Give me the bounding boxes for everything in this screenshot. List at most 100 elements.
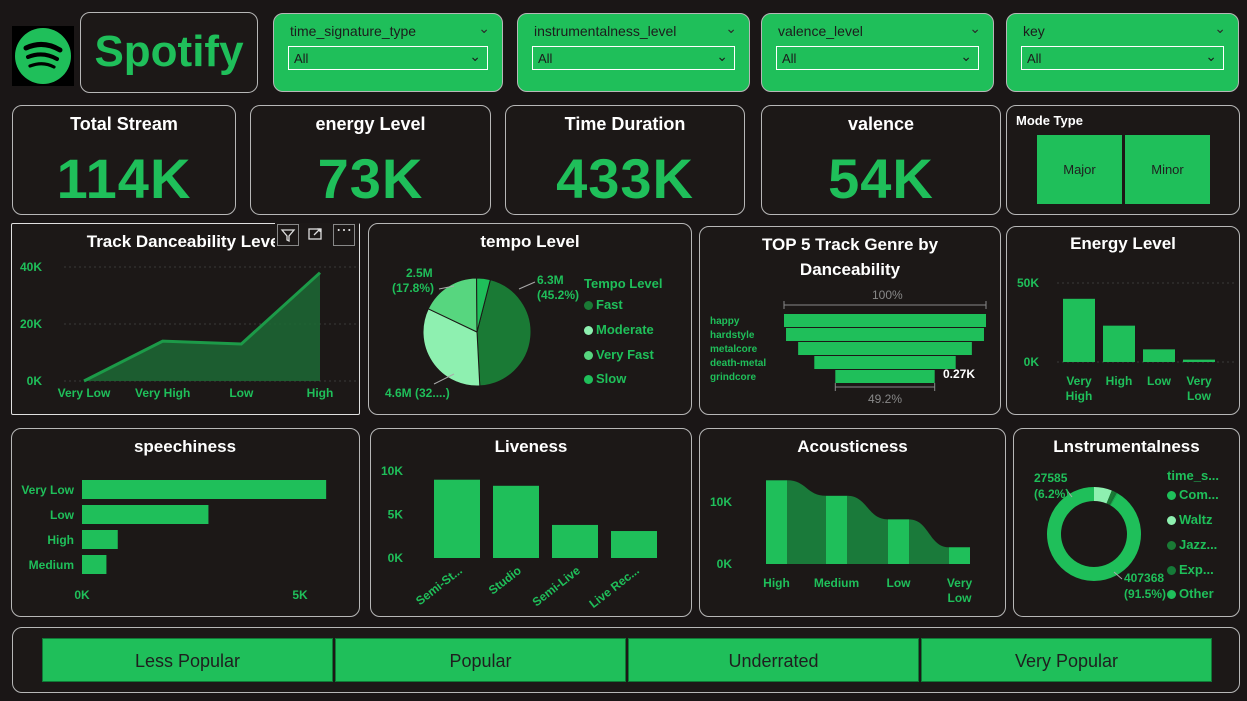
legend-label: Moderate	[596, 322, 654, 337]
chevron-down-icon[interactable]: ⌄	[969, 20, 981, 37]
chevron-down-icon: ⌄	[1205, 48, 1217, 64]
funnel-category-label: hardstyle	[710, 330, 755, 341]
less-popular-button[interactable]: Less Popular	[42, 638, 333, 682]
slicer-value: All	[782, 51, 797, 66]
legend-item[interactable]: Waltz	[1167, 512, 1212, 527]
legend-item-very-fast[interactable]: Very Fast	[584, 347, 654, 362]
slicer-label: valence_level	[778, 23, 863, 39]
genre-funnel-panel: TOP 5 Track Genre by Danceability happy h…	[699, 226, 1001, 415]
legend-dot	[1167, 516, 1176, 526]
legend-label: Waltz	[1179, 512, 1213, 527]
funnel-bar	[835, 370, 935, 383]
slicer-value: All	[538, 51, 553, 66]
slicer-value: All	[294, 51, 309, 66]
slicer-key[interactable]: key ⌄ All ⌄	[1006, 13, 1239, 92]
donut-label: (91.5%)	[1124, 587, 1167, 601]
x-tick-label: Very High	[135, 386, 190, 400]
danceability-chart-panel[interactable]: Track Danceability Level ⋯ 40K 20K 0K Very …	[11, 223, 360, 415]
legend-item[interactable]: Other	[1167, 586, 1214, 601]
legend-item[interactable]: Com...	[1167, 487, 1219, 502]
chevron-down-icon[interactable]: ⌄	[725, 20, 737, 37]
donut-label: 407368	[1124, 571, 1165, 585]
energy-bar-chart: 50K0KVeryHighHigh Low VeryLow	[1017, 276, 1235, 403]
slicer-dropdown[interactable]: All ⌄	[1021, 46, 1224, 70]
y-tick-label: 5K	[388, 508, 404, 522]
funnel-top-pct: 100%	[872, 288, 903, 302]
legend-item-slow[interactable]: Slow	[584, 371, 626, 386]
bar	[766, 480, 787, 564]
logo-tile	[12, 26, 74, 86]
bar	[826, 495, 847, 564]
kpi-title: Time Duration	[564, 114, 686, 134]
slicer-time-signature[interactable]: time_signature_type ⌄ All ⌄	[273, 13, 503, 92]
kpi-value: 433K	[556, 147, 694, 210]
legend-label: Exp...	[1179, 562, 1214, 577]
x-tick-label: High	[763, 576, 790, 590]
x-tick-label: 0K	[74, 588, 90, 602]
instrumentalness-chart-panel: Lnstrumentalness 27585 (6.2%) 407368 (91…	[1013, 428, 1240, 617]
kpi-value: 73K	[317, 147, 424, 210]
legend-dot	[1167, 566, 1176, 576]
legend-dot	[1167, 491, 1176, 501]
kpi-valence: valence 54K	[761, 105, 1001, 215]
kpi-title: Total Stream	[70, 114, 178, 134]
bar	[434, 479, 480, 558]
brand-title: Spotify	[94, 27, 244, 76]
speechiness-bar-chart: Very Low Low High Medium 0K 5K	[21, 480, 327, 602]
mode-minor-button[interactable]: Minor	[1125, 135, 1210, 204]
slicer-valence-level[interactable]: valence_level ⌄ All ⌄	[761, 13, 994, 92]
ribbon-band	[847, 495, 888, 564]
legend-label: Com...	[1179, 487, 1219, 502]
slicer-instrumentalness-level[interactable]: instrumentalness_level ⌄ All ⌄	[517, 13, 750, 92]
slicer-dropdown[interactable]: All ⌄	[288, 46, 488, 70]
bar	[493, 485, 539, 558]
slicer-dropdown[interactable]: All ⌄	[532, 46, 735, 70]
pie-label: 6.3M	[537, 273, 564, 287]
funnel-bar	[784, 314, 986, 327]
legend-dot	[1167, 541, 1176, 551]
speechiness-chart-panel: speechiness Very Low Low High Medium 0K 5K	[11, 428, 360, 617]
legend-item[interactable]: Exp...	[1167, 562, 1214, 577]
legend-title: Tempo Level	[584, 276, 663, 291]
liveness-bar-chart: 10K 5K 0K Semi-St... Studio Semi-Live Live Rec…	[381, 464, 657, 611]
funnel-category-label: grindcore	[710, 372, 757, 383]
legend-item-moderate[interactable]: Moderate	[584, 322, 654, 337]
bar	[611, 531, 657, 558]
spotify-logo-icon	[15, 28, 71, 84]
mode-major-button[interactable]: Major	[1037, 135, 1122, 204]
ribbon-band	[787, 480, 826, 564]
y-tick-label: 50K	[1017, 276, 1039, 290]
bar	[888, 519, 909, 564]
x-tick-label: Medium	[814, 576, 859, 590]
bar	[1183, 359, 1215, 362]
x-tick-label: Low	[948, 591, 973, 605]
x-tick-label: High	[1106, 374, 1133, 388]
funnel-bottom-pct: 49.2%	[868, 392, 903, 406]
underrated-button[interactable]: Underrated	[628, 638, 919, 682]
legend-item-fast[interactable]: Fast	[584, 297, 623, 312]
x-tick-label: Semi-St...	[413, 563, 465, 608]
kpi-title: valence	[847, 114, 915, 134]
kpi-value: 114K	[56, 147, 192, 210]
bar	[82, 530, 118, 549]
y-tick-label: 0K	[717, 557, 733, 571]
leader-line	[518, 281, 536, 290]
mode-type-slicer: Mode Type Major Minor	[1006, 105, 1240, 215]
legend-label: Other	[1179, 586, 1214, 601]
donut-label: (6.2%)	[1034, 487, 1070, 501]
chevron-down-icon[interactable]: ⌄	[1214, 20, 1226, 37]
y-tick-label: 10K	[381, 464, 403, 478]
popular-button[interactable]: Popular	[335, 638, 626, 682]
chevron-down-icon[interactable]: ⌄	[478, 20, 490, 37]
y-tick-label: 0K	[27, 374, 43, 388]
bar	[82, 480, 327, 499]
donut-segment	[1109, 492, 1117, 506]
slicer-dropdown[interactable]: All ⌄	[776, 46, 979, 70]
mode-type-title: Mode Type	[1016, 113, 1083, 128]
funnel-category-label: metalcore	[710, 344, 758, 355]
y-tick-label: 20K	[20, 317, 42, 331]
funnel-last-value: 0.27K	[943, 367, 976, 381]
legend-item[interactable]: Jazz...	[1167, 537, 1217, 552]
very-popular-button[interactable]: Very Popular	[921, 638, 1212, 682]
pie-label: (45.2%)	[537, 288, 580, 302]
